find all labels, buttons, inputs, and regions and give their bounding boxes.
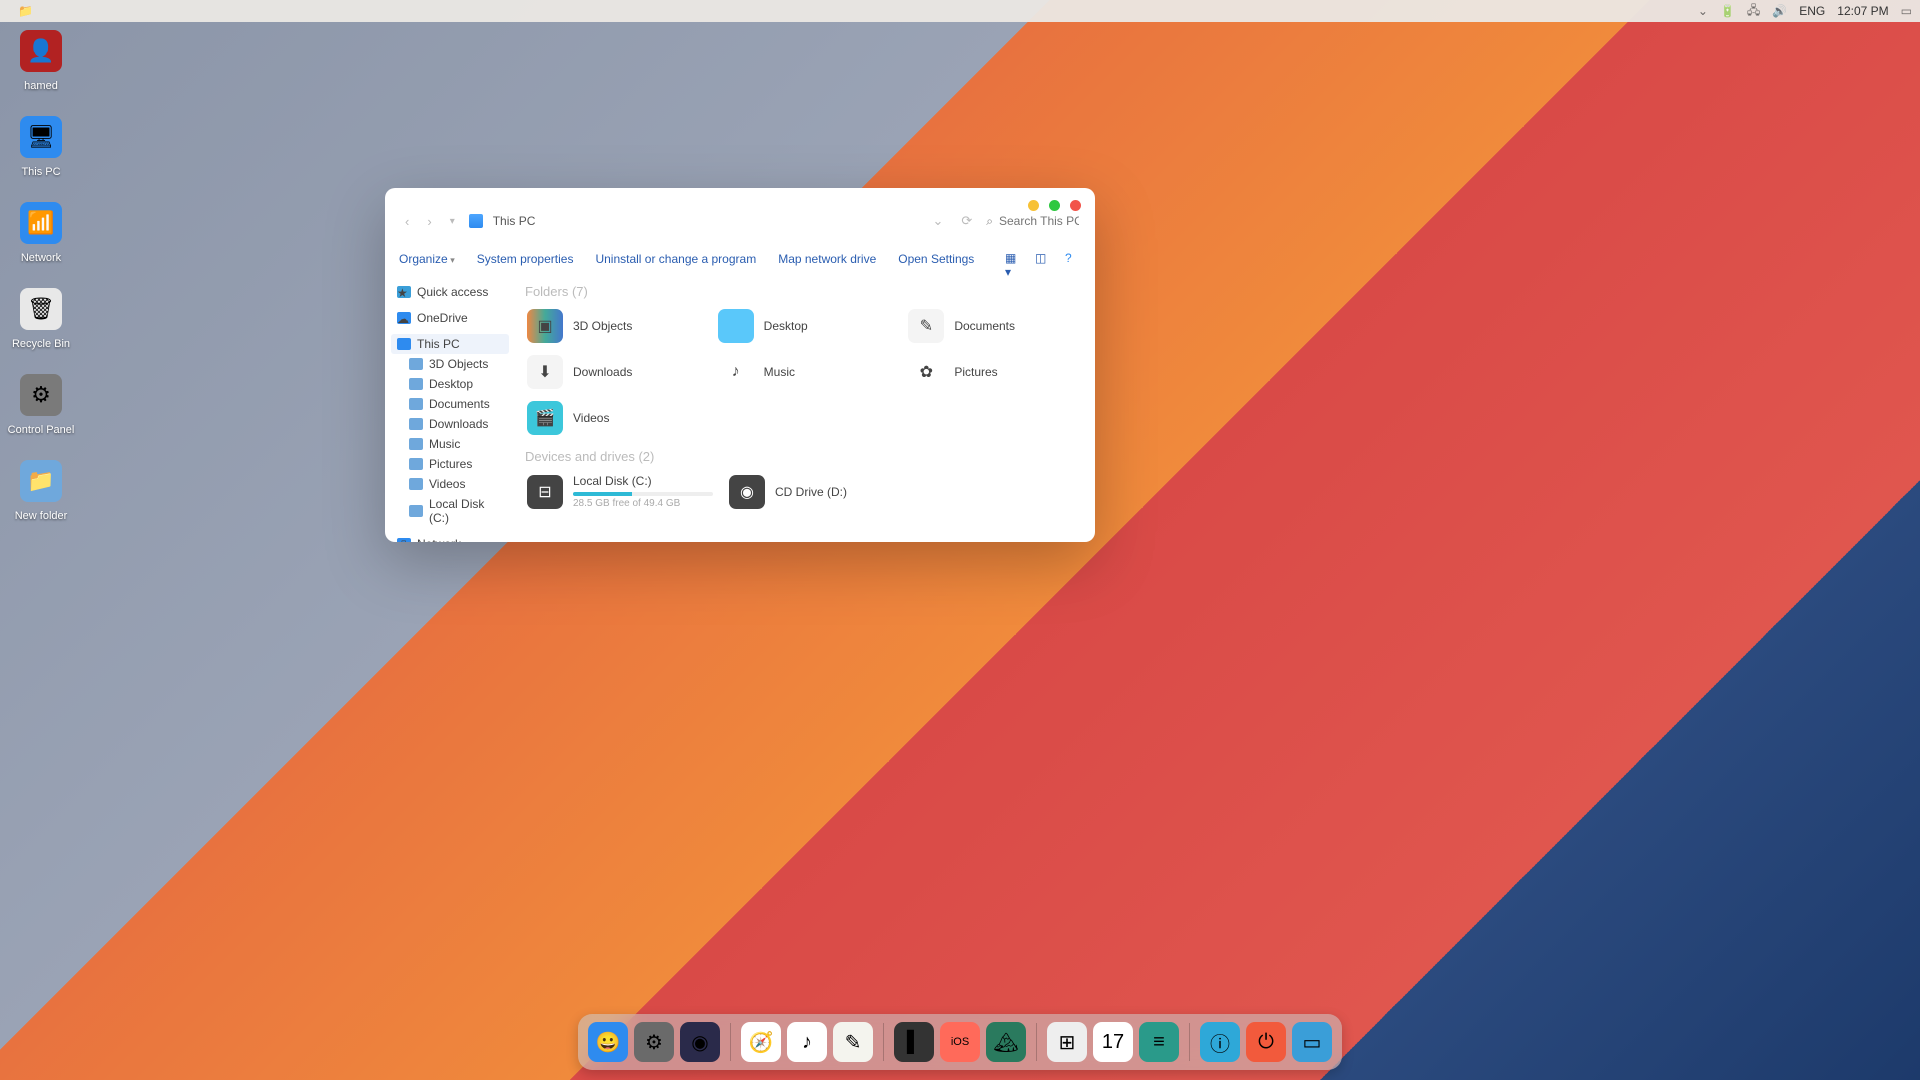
organize-menu[interactable]: Organize: [399, 252, 455, 266]
folder-3d-objects[interactable]: ▣3D Objects: [525, 307, 704, 345]
drive-cd-drive-d[interactable]: ◉CD Drive (D:): [727, 472, 900, 511]
chevron-down-icon[interactable]: ⌄: [1698, 4, 1708, 18]
network-tray-icon[interactable]: 🖧: [1747, 1, 1760, 22]
explorer-tray-icon[interactable]: 📁: [18, 4, 33, 18]
dock-separator: [1189, 1023, 1190, 1061]
folder-desktop[interactable]: Desktop: [716, 307, 895, 345]
desktop-icon-recycle-bin[interactable]: 🗑Recycle Bin: [6, 288, 76, 352]
dock-music[interactable]: ♪: [787, 1022, 827, 1062]
dock-settings[interactable]: ⚙: [634, 1022, 674, 1062]
folder-downloads[interactable]: ⬇Downloads: [525, 353, 704, 391]
dock-finder[interactable]: 😀: [588, 1022, 628, 1062]
dock-notes[interactable]: ✎: [833, 1022, 873, 1062]
sidebar-item-music[interactable]: Music: [391, 434, 509, 454]
volume-icon[interactable]: 🔊: [1772, 4, 1787, 18]
dock-desktop-show[interactable]: ▭: [1292, 1022, 1332, 1062]
drives-heading: Devices and drives (2): [525, 449, 1085, 464]
dock-separator: [883, 1023, 884, 1061]
sidebar-item-desktop[interactable]: Desktop: [391, 374, 509, 394]
dock-launchpad[interactable]: ⊞: [1047, 1022, 1087, 1062]
close-button[interactable]: [1070, 200, 1081, 211]
history-dropdown[interactable]: ⌄: [928, 213, 947, 229]
dock-terminal[interactable]: ▌: [894, 1022, 934, 1062]
folders-heading: Folders (7): [525, 284, 1085, 299]
dock-info[interactable]: ⓘ: [1200, 1022, 1240, 1062]
refresh-button[interactable]: ⟳: [957, 213, 976, 229]
clock[interactable]: 12:07 PM: [1837, 4, 1888, 18]
file-explorer-window: ‹ › ▾ This PC ⌄ ⟳ ⌕ Organize System prop…: [385, 188, 1095, 542]
sidebar-item-local-disk-c-[interactable]: Local Disk (C:): [391, 494, 509, 528]
dock-separator: [1036, 1023, 1037, 1061]
sidebar-item-videos[interactable]: Videos: [391, 474, 509, 494]
folder-pictures[interactable]: ✿Pictures: [906, 353, 1085, 391]
view-options-icon[interactable]: ▦ ▾: [1005, 251, 1021, 267]
search-icon: ⌕: [986, 214, 993, 229]
sidebar-network[interactable]: 🖧Network: [391, 534, 509, 542]
dock-siri[interactable]: ◉: [680, 1022, 720, 1062]
dock: 😀⚙◉ 🧭♪✎ ▌iOS🏔 ⊞17≡ ⓘ⏻▭: [578, 1014, 1342, 1070]
help-icon[interactable]: ?: [1065, 251, 1081, 267]
desktop-icon-hamed[interactable]: 👤hamed: [6, 30, 76, 94]
folder-videos[interactable]: 🎬Videos: [525, 399, 704, 437]
preview-pane-icon[interactable]: ◫: [1035, 251, 1051, 267]
dock-ios[interactable]: iOS: [940, 1022, 980, 1062]
address-bar[interactable]: This PC: [493, 214, 536, 228]
minimize-button[interactable]: [1028, 200, 1039, 211]
sidebar-onedrive[interactable]: ☁OneDrive: [391, 308, 509, 328]
sidebar-item-downloads[interactable]: Downloads: [391, 414, 509, 434]
system-properties-button[interactable]: System properties: [477, 252, 574, 266]
dock-power[interactable]: ⏻: [1246, 1022, 1286, 1062]
dock-safari[interactable]: 🧭: [741, 1022, 781, 1062]
desktop-icon-this-pc[interactable]: 🖥This PC: [6, 116, 76, 180]
desktop-icon-new-folder[interactable]: 📁New folder: [6, 460, 76, 524]
menubar: 📁 ⌄ 🔋 🖧 🔊 ENG 12:07 PM ▭: [0, 0, 1920, 22]
dock-tasks[interactable]: ≡: [1139, 1022, 1179, 1062]
dock-wallpaper[interactable]: 🏔: [986, 1022, 1026, 1062]
drive-local-disk-c[interactable]: ⊟Local Disk (C:)28.5 GB free of 49.4 GB: [525, 472, 715, 511]
map-network-drive-button[interactable]: Map network drive: [778, 252, 876, 266]
uninstall-button[interactable]: Uninstall or change a program: [595, 252, 756, 266]
open-settings-button[interactable]: Open Settings: [898, 252, 974, 266]
sidebar-quick-access[interactable]: ★Quick access: [391, 282, 509, 302]
sidebar: ★Quick access ☁OneDrive This PC 3D Objec…: [385, 274, 515, 542]
dock-separator: [730, 1023, 731, 1061]
back-button[interactable]: ‹: [401, 214, 413, 229]
dock-calendar[interactable]: 17: [1093, 1022, 1133, 1062]
notifications-icon[interactable]: ▭: [1901, 4, 1912, 18]
maximize-button[interactable]: [1049, 200, 1060, 211]
forward-button[interactable]: ›: [423, 214, 435, 229]
language-indicator[interactable]: ENG: [1799, 4, 1825, 18]
up-button[interactable]: ▾: [446, 216, 459, 227]
search-input[interactable]: [999, 214, 1079, 228]
sidebar-item-3d-objects[interactable]: 3D Objects: [391, 354, 509, 374]
folder-music[interactable]: ♪Music: [716, 353, 895, 391]
desktop-icon-control-panel[interactable]: ⚙Control Panel: [6, 374, 76, 438]
sidebar-item-pictures[interactable]: Pictures: [391, 454, 509, 474]
desktop-icon-network[interactable]: 📶Network: [6, 202, 76, 266]
sidebar-item-documents[interactable]: Documents: [391, 394, 509, 414]
battery-icon[interactable]: 🔋: [1720, 4, 1735, 18]
folder-documents[interactable]: ✎Documents: [906, 307, 1085, 345]
location-icon: [469, 214, 483, 228]
sidebar-this-pc[interactable]: This PC: [391, 334, 509, 354]
